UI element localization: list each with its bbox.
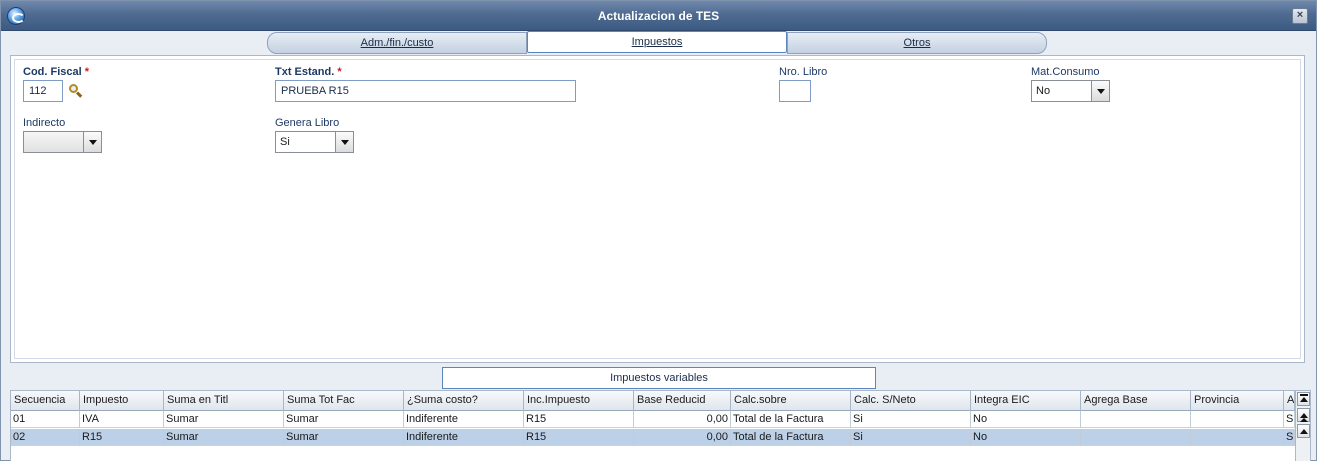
column-header[interactable]: Base Reducid [634,391,731,411]
cell-suma-tot-fac: Sumar [284,429,404,446]
column-header[interactable]: Suma en Titl [164,391,284,411]
cell-calc-sobre: Total de la Factura [731,411,851,428]
cell-provincia [1191,429,1284,446]
chevron-down-icon[interactable] [1091,81,1109,101]
cod-fiscal-label: Cod. Fiscal * [23,66,90,78]
column-header[interactable]: Provincia [1191,391,1284,411]
mat-consumo-value: No [1036,85,1051,97]
cell-calc-s-neto: Si [851,429,971,446]
mat-consumo-select[interactable]: No [1031,80,1110,102]
cell-base-reducid: 0,00 [634,429,731,446]
close-button[interactable]: × [1292,8,1308,24]
nro-libro-label: Nro. Libro [779,66,828,78]
impuestos-form-panel: Cod. Fiscal * 112 Txt Estand. * PRUEBA R… [10,55,1305,363]
tes-window: Actualizacion de TES × Adm./fin./custo O… [0,0,1317,461]
cell-calc-s-neto: Si [851,411,971,428]
column-header[interactable]: Inc.Impuesto [524,391,634,411]
cell-provincia [1191,411,1284,428]
cell-integra-eic: No [971,429,1081,446]
column-header[interactable]: ¿Suma costo? [404,391,524,411]
indirecto-select[interactable] [23,131,102,153]
cod-fiscal-input[interactable]: 112 [23,80,63,102]
cell-secuencia: 01 [11,411,80,428]
table-row-selected[interactable]: 02 R15 Sumar Sumar Indiferente R15 0,00 … [11,429,1295,446]
txt-estand-label: Txt Estand. * [275,66,342,78]
genera-libro-value: Si [280,136,290,148]
cell-inc-impuesto: R15 [524,411,634,428]
column-header[interactable]: Integra EIC [971,391,1081,411]
cell-suma-en-titl: Sumar [164,411,284,428]
cell-calc-sobre: Total de la Factura [731,429,851,446]
cell-impuesto: R15 [80,429,164,446]
cell-suma-en-titl: Sumar [164,429,284,446]
chevron-down-icon[interactable] [335,132,353,152]
indirecto-label: Indirecto [23,117,66,129]
column-header[interactable]: Impuesto [80,391,164,411]
tab-impuestos-variables[interactable]: Impuestos variables [442,367,876,389]
scroll-page-up-icon[interactable] [1297,408,1310,422]
column-header[interactable]: Secuencia [11,391,80,411]
search-icon[interactable] [68,83,83,98]
tab-impuestos[interactable]: Impuestos [527,31,787,53]
cell-suma-tot-fac: Sumar [284,411,404,428]
cell-agrega-base [1081,411,1191,428]
cell-base-reducid: 0,00 [634,411,731,428]
cell-inc-impuesto: R15 [524,429,634,446]
chevron-down-icon[interactable] [83,132,101,152]
column-header[interactable]: Calc.sobre [731,391,851,411]
nro-libro-input[interactable] [779,80,811,102]
cell-secuencia: 02 [11,429,80,446]
scroll-top-icon[interactable] [1297,392,1310,406]
txt-estand-input[interactable]: PRUEBA R15 [275,80,576,102]
tab-adm-fin-custo[interactable]: Adm./fin./custo [267,32,527,54]
impuestos-grid: Secuencia Impuesto Suma en Titl Suma Tot… [10,390,1311,461]
cell-impuesto: IVA [80,411,164,428]
column-header[interactable]: Agrega Base [1081,391,1191,411]
window-title: Actualizacion de TES [597,9,720,23]
genera-libro-select[interactable]: Si [275,131,354,153]
genera-libro-label: Genera Libro [275,117,340,129]
cell-agrega-base [1081,429,1191,446]
cell-suma-costo: Indiferente [404,429,524,446]
cell-a: S [1284,411,1295,428]
column-header[interactable]: Calc. S/Neto [851,391,971,411]
grid-scrollbar[interactable] [1295,391,1310,461]
column-header[interactable]: Suma Tot Fac [284,391,404,411]
mat-consumo-label: Mat.Consumo [1031,66,1100,78]
cell-a: S [1284,429,1295,446]
tab-otros[interactable]: Otros [787,32,1047,54]
cell-suma-costo: Indiferente [404,411,524,428]
title-bar[interactable]: Actualizacion de TES × [1,1,1316,31]
scroll-up-icon[interactable] [1297,424,1310,438]
cell-integra-eic: No [971,411,1081,428]
grid-header: Secuencia Impuesto Suma en Titl Suma Tot… [11,391,1295,411]
column-header[interactable]: A [1284,391,1295,411]
table-row[interactable]: 01 IVA Sumar Sumar Indiferente R15 0,00 … [11,411,1295,428]
